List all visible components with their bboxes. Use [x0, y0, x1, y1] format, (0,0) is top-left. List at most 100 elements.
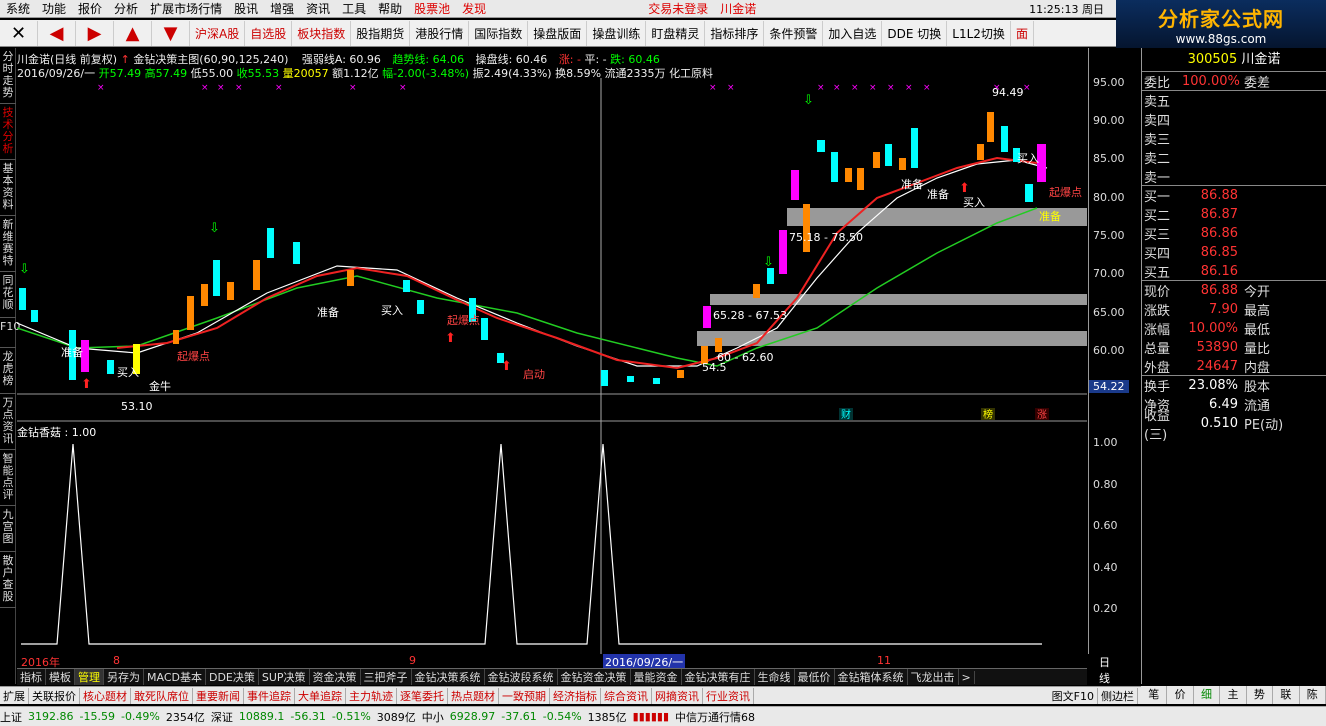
menu-tools[interactable]: 工具 — [336, 0, 372, 17]
tab-intl-index[interactable]: 国际指数 — [469, 20, 529, 46]
tab-sector-index[interactable]: 板块指数 — [292, 20, 352, 46]
l1l2-switch-button[interactable]: L1L2切换 — [947, 20, 1011, 46]
vtab-retail-lookup[interactable]: 散户查股 — [0, 552, 16, 608]
info-sidebar-toggle[interactable]: 侧边栏 — [1098, 687, 1138, 704]
tab-manage[interactable]: 管理 — [75, 669, 104, 685]
tab-lifeline[interactable]: 生命线 — [755, 669, 795, 685]
tab-flying-dragon[interactable]: 飞龙出击 — [908, 669, 959, 685]
vtab-technical[interactable]: 技术分析 — [0, 104, 16, 160]
period-label[interactable]: 日线 — [1099, 654, 1110, 686]
forward-arrow-icon[interactable]: ▶ — [76, 20, 114, 46]
tab-indicator-sort[interactable]: 指标排序 — [705, 20, 765, 46]
tab-condition-alert[interactable]: 条件预警 — [764, 20, 824, 46]
add-watchlist-button[interactable]: 加入自选 — [823, 20, 883, 46]
info-econ-indicator[interactable]: 经济指标 — [550, 687, 601, 704]
dde-switch-button[interactable]: DDE 切换 — [882, 20, 948, 46]
vtab-intraday[interactable]: 分时走势 — [0, 48, 16, 104]
vtab-fundamentals[interactable]: 基本资料 — [0, 160, 16, 216]
info-important-news[interactable]: 重要新闻 — [193, 687, 244, 704]
menu-enhanced[interactable]: 增强 — [264, 0, 300, 17]
info-hot-theme[interactable]: 热点题材 — [448, 687, 499, 704]
tab-monitor-sprite[interactable]: 盯盘精灵 — [646, 20, 706, 46]
tab-three-axes[interactable]: 三把斧子 — [361, 669, 412, 685]
tab-linked[interactable]: 联 — [1273, 686, 1300, 704]
info-tick-order[interactable]: 逐笔委托 — [397, 687, 448, 704]
tick-65: 65.00 — [1093, 306, 1125, 319]
tab-display[interactable]: 陈 — [1300, 686, 1326, 704]
tab-trading-training[interactable]: 操盘训练 — [587, 20, 647, 46]
tab-main[interactable]: 主 — [1220, 686, 1247, 704]
vtab-tonghuashun[interactable]: 同花顺 — [0, 272, 16, 318]
tab-watchlist[interactable]: 自选股 — [245, 20, 293, 46]
tab-save-as[interactable]: 另存为 — [104, 669, 144, 685]
tab-jz-box[interactable]: 金钻箱体系统 — [835, 669, 908, 685]
tab-jz-capital[interactable]: 金钻资金决策 — [558, 669, 631, 685]
kline-chart[interactable]: 川金诺(日线 前复权) ↑ 金钻决策主图(60,90,125,240) 强弱线A… — [17, 48, 1087, 654]
up-arrow-icon[interactable]: ▲ — [114, 20, 152, 46]
menu-stock-news[interactable]: 股讯 — [228, 0, 264, 17]
info-web-digest[interactable]: 网摘资讯 — [652, 687, 703, 704]
marker-bang[interactable]: 榜 — [983, 408, 993, 421]
info-core-theme[interactable]: 核心题材 — [80, 687, 131, 704]
trade-login-status[interactable]: 交易未登录 — [642, 0, 714, 17]
info-consensus[interactable]: 一致预期 — [499, 687, 550, 704]
info-event-tracking[interactable]: 事件追踪 — [244, 687, 295, 704]
vtab-smart-review[interactable]: 智能点评 — [0, 450, 16, 506]
sh-label[interactable]: 上证 — [0, 709, 22, 725]
menu-help[interactable]: 帮助 — [372, 0, 408, 17]
menu-system[interactable]: 系统 — [0, 0, 36, 17]
tab-jz-band[interactable]: 金钻波段系统 — [485, 669, 558, 685]
vtab-news[interactable]: 万点资讯 — [0, 394, 16, 450]
tab-jz-system[interactable]: 金钻决策系统 — [412, 669, 485, 685]
tab-jz-banker[interactable]: 金钻决策有庄 — [682, 669, 755, 685]
back-arrow-icon[interactable]: ◀ — [38, 20, 76, 46]
info-extend[interactable]: 扩展 — [0, 687, 29, 704]
zx-label[interactable]: 中小 — [422, 709, 444, 725]
tab-volume-capital[interactable]: 量能资金 — [631, 669, 682, 685]
menu-analysis[interactable]: 分析 — [108, 0, 144, 17]
tab-shanghai-shenzhen-a[interactable]: 沪深A股 — [190, 20, 246, 46]
vtab-f10[interactable]: F10 — [0, 318, 20, 348]
tab-trend[interactable]: 势 — [1247, 686, 1274, 704]
toolbar-more[interactable]: 面 — [1011, 20, 1034, 46]
menu-extended-market[interactable]: 扩展市场行情 — [144, 0, 228, 17]
close-icon[interactable]: ✕ — [0, 20, 38, 46]
info-big-order[interactable]: 大单追踪 — [295, 687, 346, 704]
tab-capital[interactable]: 资金决策 — [310, 669, 361, 685]
vtab-xinweisaite[interactable]: 新维赛特 — [0, 216, 16, 272]
menu-function[interactable]: 功能 — [36, 0, 72, 17]
info-related-quote[interactable]: 关联报价 — [29, 687, 80, 704]
info-industry-news[interactable]: 行业资讯 — [703, 687, 754, 704]
sh-percent: -0.49% — [120, 710, 160, 723]
down-arrow-icon[interactable]: ▼ — [152, 20, 190, 46]
buy3-price: 86.86 — [1200, 226, 1238, 241]
info-general-news[interactable]: 综合资讯 — [601, 687, 652, 704]
vtab-dragon-tiger[interactable]: 龙虎榜 — [0, 348, 16, 394]
info-dare-to-die[interactable]: 敢死队席位 — [131, 687, 193, 704]
tab-trading-layout[interactable]: 操盘版面 — [528, 20, 588, 46]
tab-hk-stocks[interactable]: 港股行情 — [410, 20, 470, 46]
info-main-force[interactable]: 主力轨迹 — [346, 687, 397, 704]
tab-indicator[interactable]: 指标 — [17, 669, 46, 685]
tab-lowest[interactable]: 最低价 — [795, 669, 835, 685]
menu-stock-pool[interactable]: 股票池 — [408, 0, 456, 17]
tab-sup[interactable]: SUP决策 — [259, 669, 310, 685]
tabs-scroll-right-icon[interactable]: > — [959, 670, 975, 684]
sub-indicator-title[interactable]: 金钻香菇 : 1.00 — [17, 425, 96, 439]
menu-info[interactable]: 资讯 — [300, 0, 336, 17]
marker-finance[interactable]: 财 — [841, 408, 851, 421]
menu-discover[interactable]: 发现 — [456, 0, 492, 17]
tab-template[interactable]: 模板 — [46, 669, 75, 685]
sz-label[interactable]: 深证 — [211, 709, 233, 725]
tab-index-futures[interactable]: 股指期货 — [351, 20, 411, 46]
tab-macd[interactable]: MACD基本 — [144, 669, 206, 685]
marker-zhang[interactable]: 涨 — [1037, 409, 1047, 421]
vtab-nine-grid[interactable]: 九宫图 — [0, 506, 16, 552]
sh-amount: 2354亿 — [165, 710, 205, 724]
menu-quote[interactable]: 报价 — [72, 0, 108, 17]
info-f10-graphic[interactable]: 图文F10 — [1049, 687, 1098, 704]
tab-detail[interactable]: 细 — [1194, 686, 1221, 704]
tab-dde[interactable]: DDE决策 — [206, 669, 259, 685]
tab-price[interactable]: 价 — [1167, 686, 1194, 704]
tab-ticks[interactable]: 笔 — [1141, 686, 1168, 704]
